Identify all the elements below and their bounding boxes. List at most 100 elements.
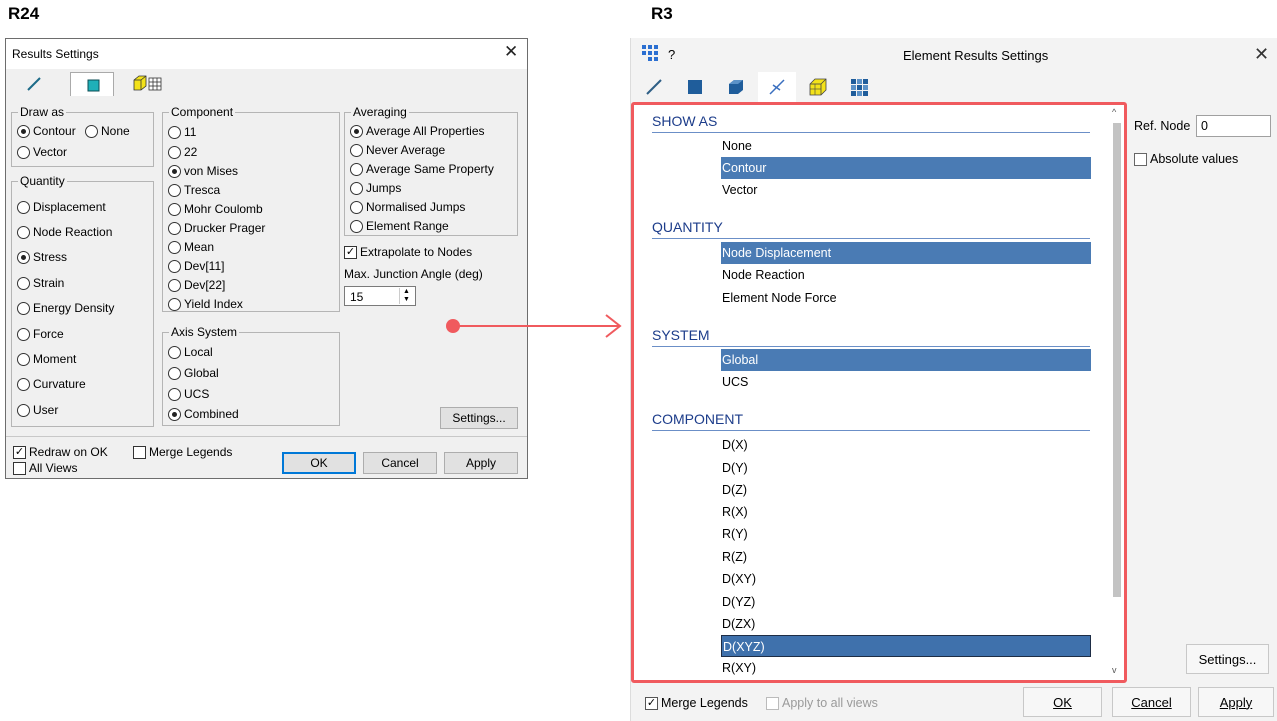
ref-node-input[interactable]: 0: [1196, 115, 1271, 137]
old-divider: [6, 436, 527, 437]
axis-system-group: Axis System Local Global UCS Combined: [162, 325, 340, 426]
system-ucs-item[interactable]: UCS: [721, 371, 1091, 393]
tab-beam[interactable]: [12, 72, 56, 96]
apply-all-views-checkbox[interactable]: Apply to all views: [766, 696, 878, 710]
component-dev22-radio[interactable]: Dev[22]: [168, 278, 225, 292]
old-settings-button[interactable]: Settings...: [440, 407, 518, 429]
old-apply-button[interactable]: Apply: [444, 452, 518, 474]
quantity-node-reaction-radio[interactable]: Node Reaction: [17, 225, 112, 239]
redraw-on-ok-checkbox[interactable]: ✓ Redraw on OK: [13, 445, 108, 459]
component-rx-item[interactable]: R(X): [721, 501, 1091, 523]
show-as-vector-item[interactable]: Vector: [721, 179, 1091, 201]
axis-local-radio[interactable]: Local: [168, 345, 213, 359]
quantity-strain-radio[interactable]: Strain: [17, 276, 64, 290]
component-yield-index-radio[interactable]: Yield Index: [168, 297, 243, 311]
component-dy-item[interactable]: D(Y): [721, 457, 1091, 479]
component-rxy-item[interactable]: R(XY): [721, 657, 1091, 679]
component-group: Component 11 22 von Mises Tresca Mohr Co…: [162, 105, 340, 312]
quantity-stress-radio[interactable]: Stress: [17, 250, 67, 264]
quantity-curvature-radio[interactable]: Curvature: [17, 377, 86, 391]
component-ry-item[interactable]: R(Y): [721, 523, 1091, 545]
new-cancel-button[interactable]: Cancel: [1112, 687, 1191, 717]
quantity-force-radio[interactable]: Force: [17, 327, 64, 341]
old-merge-legends-checkbox[interactable]: Merge Legends: [133, 445, 232, 459]
draw-as-contour-radio[interactable]: Contour: [17, 124, 76, 138]
avg-normalised-jumps-radio[interactable]: Normalised Jumps: [350, 200, 465, 214]
tab-plate[interactable]: [676, 72, 714, 102]
old-version-label: R24: [8, 4, 40, 23]
quantity-element-node-force-item[interactable]: Element Node Force: [721, 287, 1091, 309]
system-global-item[interactable]: Global: [721, 349, 1091, 371]
component-22-radio[interactable]: 22: [168, 145, 197, 159]
component-dx-item[interactable]: D(X): [721, 434, 1091, 456]
ref-node-value: 0: [1201, 119, 1208, 133]
avg-all-properties-radio[interactable]: Average All Properties: [350, 124, 485, 138]
component-dz-item[interactable]: D(Z): [721, 479, 1091, 501]
tab-grid[interactable]: [840, 72, 878, 102]
component-drucker-prager-radio[interactable]: Drucker Prager: [168, 221, 265, 235]
quantity-energy-density-radio[interactable]: Energy Density: [17, 301, 114, 315]
component-von-mises-radio[interactable]: von Mises: [168, 164, 238, 178]
quantity-user-radio[interactable]: User: [17, 403, 58, 417]
quantity-node-displacement-item[interactable]: Node Displacement: [721, 242, 1091, 264]
show-as-contour-item[interactable]: Contour: [721, 157, 1091, 179]
tab-beam[interactable]: [635, 72, 673, 102]
junction-angle-spinner[interactable]: 15 ▲ ▼: [344, 286, 416, 306]
avg-element-range-radio[interactable]: Element Range: [350, 219, 449, 233]
extrapolate-checkbox[interactable]: ✓ Extrapolate to Nodes: [344, 245, 472, 259]
component-dxy-item[interactable]: D(XY): [721, 568, 1091, 590]
results-list-panel[interactable]: ^ v SHOW AS None Contour Vector QUANTITY…: [631, 102, 1127, 683]
new-close-icon[interactable]: ✕: [1254, 44, 1269, 65]
old-cancel-button[interactable]: Cancel: [363, 452, 437, 474]
help-icon[interactable]: ?: [668, 47, 675, 62]
show-as-none-item[interactable]: None: [721, 135, 1091, 157]
tab-brick[interactable]: [124, 72, 174, 96]
all-views-checkbox[interactable]: All Views: [13, 461, 77, 475]
new-settings-button[interactable]: Settings...: [1186, 644, 1269, 674]
component-rz-item[interactable]: R(Z): [721, 546, 1091, 568]
old-results-settings-dialog: Results Settings ✕ Draw as Contour None …: [5, 38, 528, 479]
component-mean-radio[interactable]: Mean: [168, 240, 214, 254]
old-close-icon[interactable]: ✕: [504, 42, 518, 62]
junction-angle-value: 15: [350, 290, 364, 304]
spinner-arrows-icon[interactable]: ▲ ▼: [399, 288, 413, 304]
component-mohr-coulomb-radio[interactable]: Mohr Coulomb: [168, 202, 263, 216]
tab-brick[interactable]: [717, 72, 755, 102]
section-component: COMPONENT: [652, 411, 1090, 431]
scroll-up-icon[interactable]: ^: [1112, 107, 1116, 117]
component-11-radio[interactable]: 11: [168, 125, 196, 139]
absolute-values-checkbox[interactable]: Absolute values: [1134, 152, 1238, 166]
list-scrollbar[interactable]: ^ v: [1111, 107, 1123, 677]
axis-global-radio[interactable]: Global: [168, 366, 219, 380]
tab-link[interactable]: [758, 72, 796, 102]
section-show-as: SHOW AS: [652, 113, 1090, 133]
plate-square-icon: [87, 79, 100, 92]
scrollbar-thumb[interactable]: [1113, 123, 1121, 597]
tab-plate[interactable]: [70, 72, 114, 96]
scroll-down-icon[interactable]: v: [1112, 665, 1117, 675]
avg-never-radio[interactable]: Never Average: [350, 143, 445, 157]
avg-jumps-radio[interactable]: Jumps: [350, 181, 401, 195]
quantity-displacement-radio[interactable]: Displacement: [17, 200, 106, 214]
tab-solid[interactable]: [799, 72, 837, 102]
draw-as-vector-radio[interactable]: Vector: [17, 145, 67, 159]
component-dxyz-item[interactable]: D(XYZ): [721, 635, 1091, 657]
axis-ucs-radio[interactable]: UCS: [168, 387, 209, 401]
component-dev11-radio[interactable]: Dev[11]: [168, 259, 224, 273]
link-element-icon: [769, 79, 785, 95]
avg-same-property-radio[interactable]: Average Same Property: [350, 162, 494, 176]
draw-as-none-radio[interactable]: None: [85, 124, 130, 138]
new-apply-button[interactable]: Apply: [1198, 687, 1274, 717]
merge-legends-checkbox[interactable]: ✓ Merge Legends: [645, 696, 748, 710]
draw-as-group: Draw as Contour None Vector: [11, 105, 154, 167]
component-tresca-radio[interactable]: Tresca: [168, 183, 220, 197]
new-ok-button[interactable]: OK: [1023, 687, 1102, 717]
axis-combined-radio[interactable]: Combined: [168, 407, 239, 421]
component-dzx-item[interactable]: D(ZX): [721, 613, 1091, 635]
quantity-moment-radio[interactable]: Moment: [17, 352, 76, 366]
component-dyz-item[interactable]: D(YZ): [721, 591, 1091, 613]
old-ok-button[interactable]: OK: [282, 452, 356, 474]
beam-line-icon: [27, 77, 41, 91]
quantity-node-reaction-item[interactable]: Node Reaction: [721, 264, 1091, 286]
section-quantity: QUANTITY: [652, 219, 1090, 239]
